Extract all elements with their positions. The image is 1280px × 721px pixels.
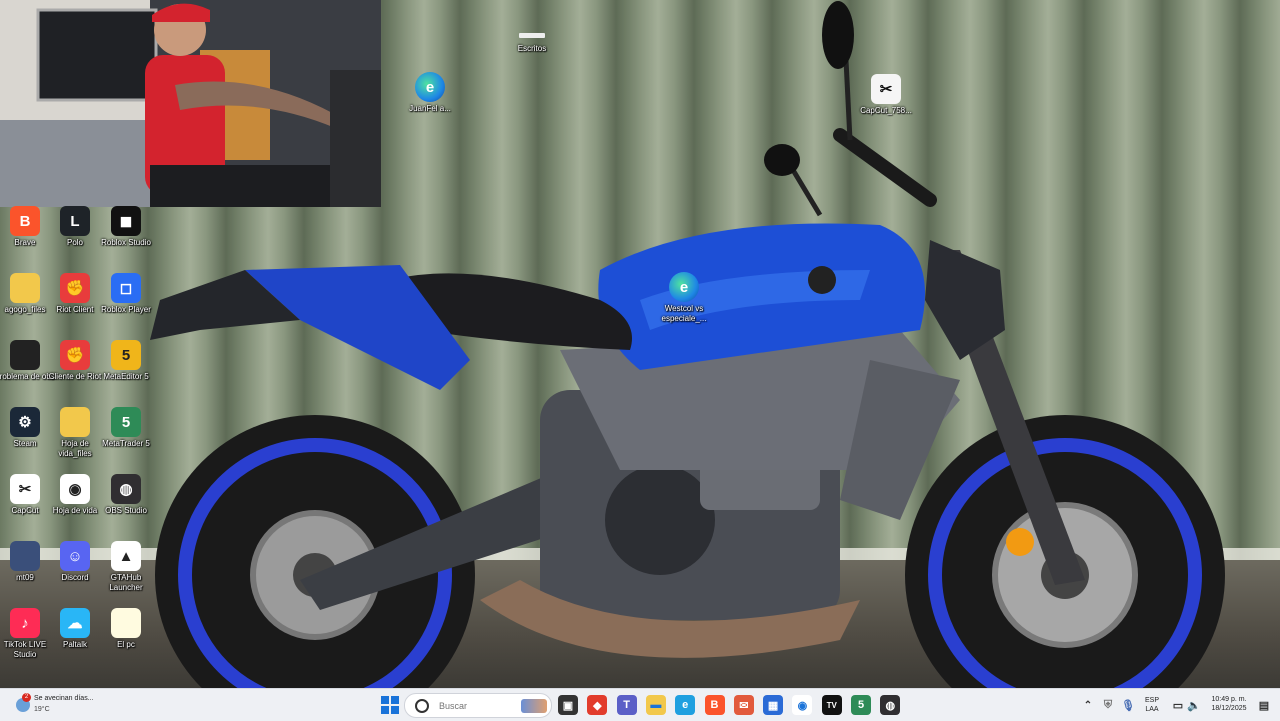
weather-temperature: 19°C <box>34 706 50 713</box>
gtahub-icon: ▲ <box>111 541 141 571</box>
webcam-feed <box>0 0 381 207</box>
chrome-icon[interactable]: ◉ <box>792 695 813 715</box>
language-code: ESP <box>1144 697 1159 704</box>
desktop-icon-label: MetaEditor 5 <box>103 372 149 381</box>
desktop-icon-westcol[interactable]: e Westcol vs especiale_... <box>654 272 714 324</box>
desktop-icon-label: Roblox Studio <box>101 238 151 247</box>
desktop-icon[interactable]: 5 MetaEditor 5 <box>96 340 156 382</box>
image-icon <box>10 541 40 571</box>
windows-logo-icon <box>381 696 399 714</box>
desktop-icon-label: OBS Studio <box>105 506 147 515</box>
discord-icon: ☺ <box>60 541 90 571</box>
desktop-icon-label: GTAHub Launcher <box>109 573 143 592</box>
desktop-icon[interactable]: 5 MetaTrader 5 <box>96 407 156 449</box>
desktop-icon[interactable]: ▲ GTAHub Launcher <box>96 541 156 593</box>
language-indicator[interactable]: ESP LAA <box>1142 696 1162 714</box>
clock[interactable]: 10:49 p. m. 18/12/2025 <box>1204 695 1254 713</box>
desktop-icon-label: Westcol vs especiale_... <box>661 304 707 323</box>
folder-icon <box>10 273 40 303</box>
weather-badge: 2 <box>22 693 31 702</box>
teams-icon[interactable]: T <box>616 695 637 715</box>
start-button[interactable] <box>380 695 400 715</box>
league-icon: L <box>60 206 90 236</box>
notification-icon[interactable]: ▤ <box>1254 695 1274 715</box>
desktop-icon-juanfel[interactable]: e JuanFel a... <box>400 72 460 114</box>
chevron-up-icon[interactable]: ⌃ <box>1078 695 1098 715</box>
security-icon[interactable]: ⛨ <box>1098 695 1118 715</box>
roblox-icon: ◻ <box>111 273 141 303</box>
brave-icon: B <box>10 206 40 236</box>
volume-icon[interactable]: 🔈 <box>1184 695 1204 715</box>
store-icon[interactable]: ▦ <box>763 695 784 715</box>
obs-icon[interactable]: ◍ <box>880 695 901 715</box>
webcam-overlay <box>0 0 381 207</box>
clock-time: 10:49 p. m. <box>1211 696 1247 703</box>
metatrader-icon[interactable]: 5 <box>851 695 871 715</box>
taskbar-search[interactable] <box>404 693 552 718</box>
desktop-icon-label: JuanFel a... <box>409 104 451 113</box>
capcut-file-icon: ✂ <box>871 74 901 104</box>
task-view-icon[interactable]: ▣ <box>558 695 578 715</box>
edge-icon[interactable]: e <box>675 695 696 715</box>
weather-text: Se avecinan días... <box>34 695 94 702</box>
metaeditor-icon: 5 <box>111 340 141 370</box>
desktop-icon[interactable]: ◍ OBS Studio <box>96 474 156 516</box>
desktop-icon-escritos[interactable]: Escritos <box>502 28 562 54</box>
anydesk-icon[interactable]: ◆ <box>587 695 608 715</box>
search-icon <box>415 698 429 713</box>
obs-icon: ◍ <box>111 474 141 504</box>
brave-icon[interactable]: B <box>704 695 725 715</box>
file-explorer-icon[interactable]: ▬ <box>645 695 666 715</box>
desktop-icon-label: El pc <box>117 640 135 649</box>
desktop-icon-label: Roblox Player <box>101 305 151 314</box>
desktop-icon[interactable]: ◻ Roblox Player <box>96 273 156 315</box>
roblox-studio-icon: ◼ <box>111 206 141 236</box>
desktop-icon[interactable]: El pc <box>96 608 156 650</box>
chrome-icon: ◉ <box>60 474 90 504</box>
text-file-icon <box>111 608 141 638</box>
edge-icon: e <box>415 72 445 102</box>
riot-icon: ✊ <box>60 273 90 303</box>
riot-icon: ✊ <box>60 340 90 370</box>
taskbar: 2 Se avecinan días... 19°C ▣ ◆ T ▬ eB ✉ ▦ ◉ TV 5 ◍… <box>0 688 1280 721</box>
weather-widget[interactable]: 2 Se avecinan días... 19°C <box>14 692 124 718</box>
desktop-icon-capcut-file[interactable]: ✂ CapCut_758... <box>856 74 916 116</box>
clock-date: 18/12/2025 <box>1211 705 1247 712</box>
search-input[interactable] <box>437 699 521 712</box>
desktop-icon-label: CapCut_758... <box>860 106 912 115</box>
metatrader-icon: 5 <box>111 407 141 437</box>
microphone-icon[interactable]: 🎙 <box>1118 695 1138 715</box>
folder-icon <box>60 407 90 437</box>
paltalk-icon: ☁ <box>60 608 90 638</box>
desktop-icon-label: Escritos <box>517 44 547 53</box>
search-highlight-icon <box>521 698 547 713</box>
steam-icon: ⚙ <box>10 407 40 437</box>
language-layout: LAA <box>1145 706 1159 713</box>
tiktok-icon: ♪ <box>10 608 40 638</box>
edge-icon: e <box>669 272 699 302</box>
tradingview-icon[interactable]: TV <box>821 695 842 715</box>
capcut-icon: ✂ <box>10 474 40 504</box>
file-icon <box>517 28 547 42</box>
file-icon <box>10 340 40 370</box>
desktop-icon[interactable]: ◼ Roblox Studio <box>96 206 156 248</box>
mail-icon[interactable]: ✉ <box>733 695 754 715</box>
desktop-icon-label: MetaTrader 5 <box>102 439 150 448</box>
